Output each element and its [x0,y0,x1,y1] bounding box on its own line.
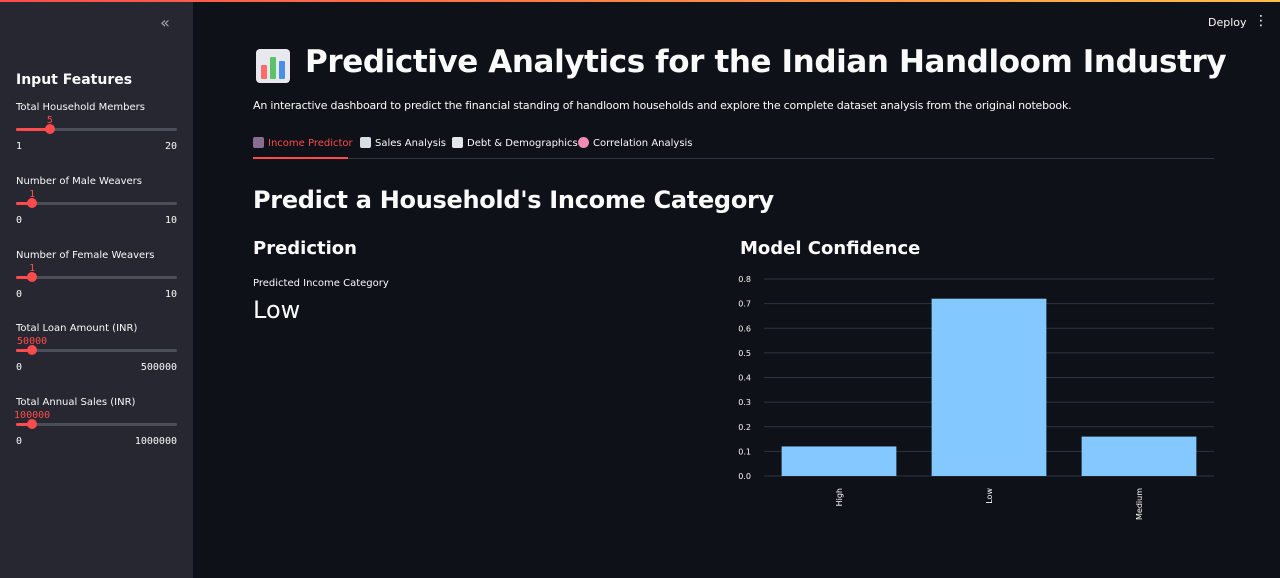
bar-high [781,446,897,476]
slider-min: 0 [16,362,23,373]
collapse-sidebar-icon[interactable]: « [156,14,174,32]
metric-label: Predicted Income Category [253,278,389,289]
slider-max: 10 [164,215,177,226]
page-subtitle: An interactive dashboard to predict the … [253,99,1072,112]
slider-max: 1000000 [134,436,177,447]
slider-track[interactable] [16,349,177,352]
y-tick-label: 0.5 [738,349,751,358]
y-tick-label: 0.0 [738,472,751,481]
sidebar: « Input Features Total Household Members… [0,2,193,578]
slider-max: 500000 [140,362,177,373]
slider-track[interactable] [16,202,177,205]
slider-min: 1 [16,141,23,152]
slider-label: Number of Female Weavers [16,250,155,261]
metric-value: Low [253,296,301,324]
slider-max: 10 [164,289,177,300]
deploy-button[interactable]: Deploy [1208,16,1247,29]
slider-label: Total Annual Sales (INR) [16,397,136,408]
y-tick-label: 0.3 [738,398,751,407]
slider-track[interactable] [16,128,177,131]
slider-thumb[interactable] [27,419,38,429]
bar-chart-icon [256,49,290,83]
x-tick-label: Medium [1135,488,1144,520]
slider-max: 20 [164,141,177,152]
y-tick-label: 0.4 [738,374,751,383]
y-tick-label: 0.6 [738,324,751,333]
y-tick-label: 0.2 [738,423,751,432]
tab-label: Debt & Demographics [467,138,578,149]
y-tick-label: 0.7 [738,300,751,309]
y-tick-label: 0.1 [738,447,751,456]
prediction-heading: Prediction [253,238,357,259]
line-chart-icon [360,137,371,148]
slider-label: Number of Male Weavers [16,176,143,187]
female-weavers-slider[interactable]: Number of Female Weavers 1 0 10 [16,250,177,310]
tab-label: Sales Analysis [375,138,446,149]
loan-amount-slider[interactable]: Total Loan Amount (INR) 50000 0 500000 [16,323,177,383]
tab-income-predictor[interactable]: Income Predictor [253,137,353,149]
slider-min: 0 [16,436,23,447]
slider-min: 0 [16,215,23,226]
sidebar-title: Input Features [16,72,133,88]
y-tick-label: 0.8 [738,275,751,284]
brain-icon [578,137,589,148]
section-heading: Predict a Household's Income Category [253,186,774,214]
slider-label: Total Loan Amount (INR) [16,323,138,334]
bar-low [931,298,1047,476]
slider-thumb[interactable] [27,345,38,355]
slider-thumb[interactable] [27,198,38,208]
tab-sales-analysis[interactable]: Sales Analysis [360,137,446,149]
confidence-bar-chart: 0.0 0.1 0.2 0.3 0.4 0.5 0.6 0.7 0.8 High Low Medium [738,275,1214,520]
bar-medium [1081,436,1197,476]
male-weavers-slider[interactable]: Number of Male Weavers 1 0 10 [16,176,177,236]
tab-correlation-analysis[interactable]: Correlation Analysis [578,137,693,149]
tab-label: Income Predictor [268,138,353,149]
confidence-heading: Model Confidence [740,238,921,259]
household-members-slider[interactable]: Total Household Members 5 1 20 [16,102,177,162]
document-icon [452,137,463,148]
main-menu-icon[interactable]: ⋮ [1254,13,1268,29]
tab-debt-demographics[interactable]: Debt & Demographics [452,137,578,149]
active-tab-indicator [253,157,348,159]
x-tick-label: High [835,488,844,506]
slider-thumb[interactable] [27,272,38,282]
page-title: Predictive Analytics for the Indian Hand… [305,44,1227,80]
tab-bar: Income Predictor Sales Analysis Debt & D… [253,136,1214,159]
x-tick-label: Low [985,488,994,504]
slider-track[interactable] [16,423,177,426]
tab-label: Correlation Analysis [593,138,693,149]
annual-sales-slider[interactable]: Total Annual Sales (INR) 100000 0 1000000 [14,397,177,457]
slider-label: Total Household Members [16,102,145,113]
slider-thumb[interactable] [44,124,55,134]
slider-min: 0 [16,289,23,300]
fortune-teller-icon [253,137,264,148]
slider-track[interactable] [16,276,177,279]
